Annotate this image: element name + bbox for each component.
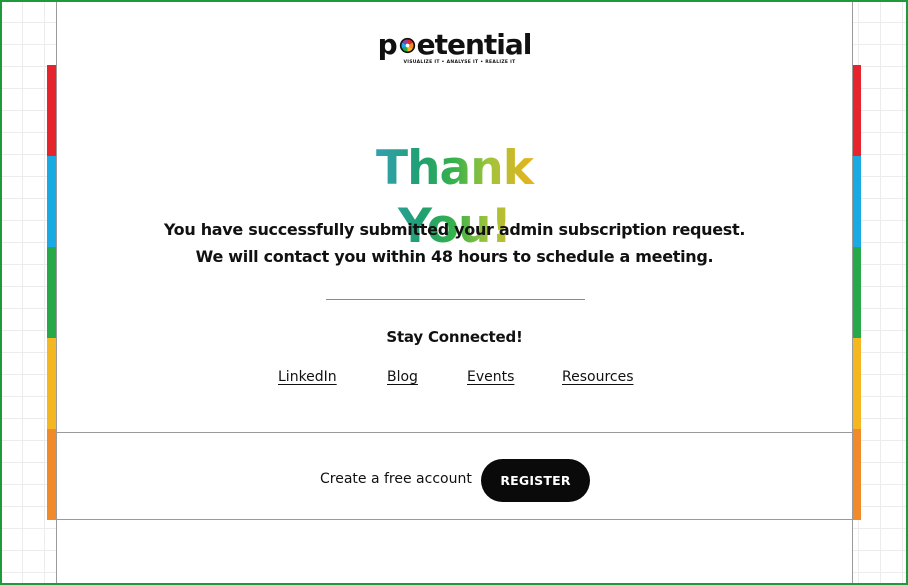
thank-you-card: p etential VISUALIZE IT • ANALYSE IT • R…	[56, 0, 853, 585]
stripe-red	[852, 65, 861, 156]
stripe-orange	[852, 429, 861, 520]
right-color-stripe	[852, 65, 861, 520]
confirmation-line-2: We will contact you within 48 hours to s…	[195, 247, 714, 266]
social-links: LinkedIn Blog Events Resources	[57, 369, 854, 391]
events-link[interactable]: Events	[467, 369, 514, 385]
left-color-stripe	[47, 65, 56, 520]
stripe-yellow	[47, 338, 56, 429]
register-footer: Create a free account REGISTER	[57, 432, 852, 520]
color-wheel-icon	[399, 37, 415, 53]
logo-prefix: p	[377, 28, 398, 61]
confirmation-line-1: You have successfully submitted your adm…	[163, 220, 746, 239]
stripe-green	[852, 247, 861, 338]
stripe-green	[47, 247, 56, 338]
stripe-red	[47, 65, 56, 156]
register-button[interactable]: REGISTER	[481, 459, 590, 502]
stripe-blue	[47, 156, 56, 247]
logo-tagline: VISUALIZE IT • ANALYSE IT • REALIZE IT	[403, 60, 516, 65]
confirmation-message: You have successfully submitted your adm…	[57, 216, 852, 270]
section-divider	[326, 299, 585, 300]
linkedin-link[interactable]: LinkedIn	[278, 369, 337, 385]
brand-logo[interactable]: p etential VISUALIZE IT • ANALYSE IT • R…	[57, 28, 852, 66]
stripe-orange	[47, 429, 56, 520]
resources-link[interactable]: Resources	[562, 369, 634, 385]
blog-link[interactable]: Blog	[387, 369, 418, 385]
logo-suffix: etential	[416, 28, 533, 61]
stay-connected-heading: Stay Connected!	[386, 328, 523, 346]
create-account-prompt: Create a free account	[320, 471, 472, 487]
logo-wordmark: p etential	[377, 28, 533, 61]
stripe-blue	[852, 156, 861, 247]
